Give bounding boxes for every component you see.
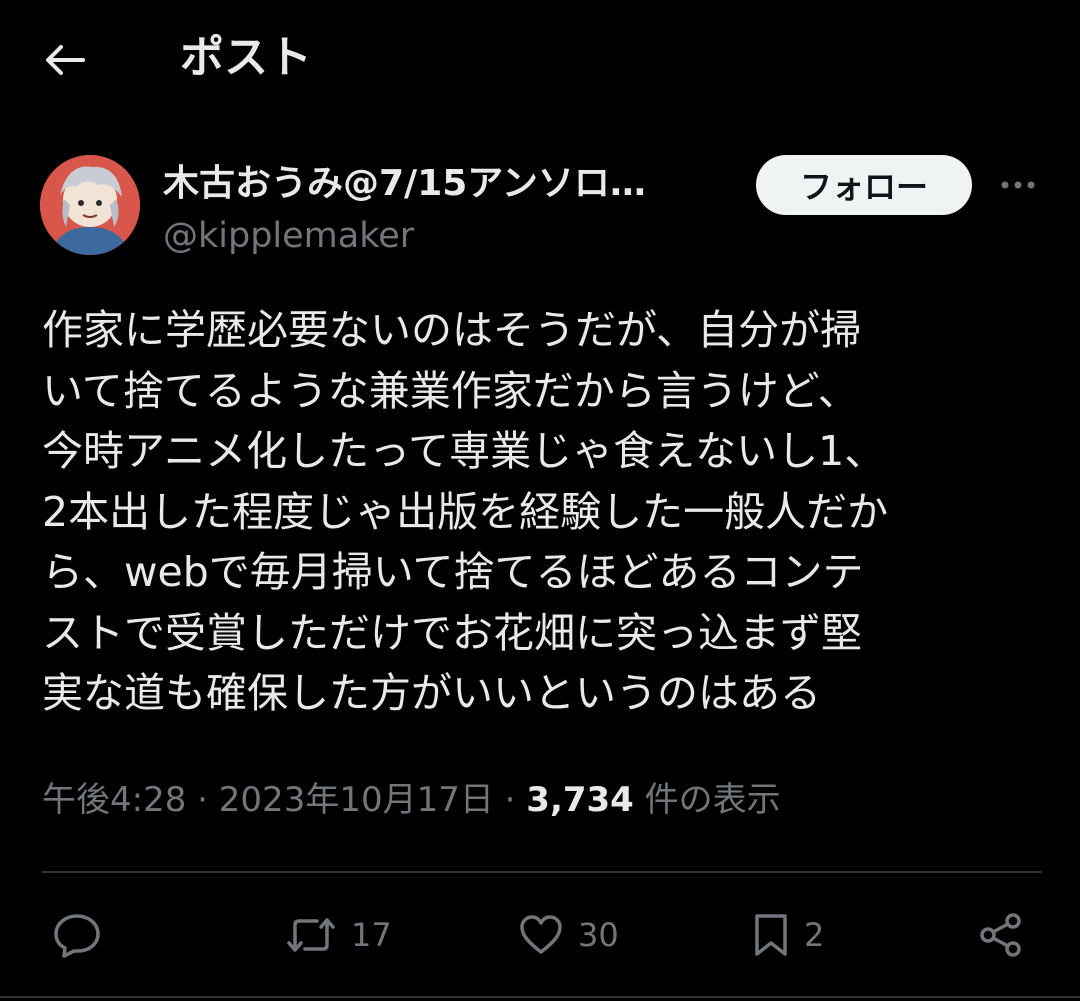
tweet-date[interactable]: 2023年10月17日 [219,780,494,820]
author-display-name[interactable]: 木古おうみ@7/15アンソロ… [163,160,723,208]
share-button[interactable] [978,905,1024,965]
back-button[interactable] [40,38,90,82]
like-button[interactable]: 30 [518,905,619,965]
tweet-meta: 午後4:28 · 2023年10月17日 · 3,734 件の表示 [42,775,781,825]
tweet-time[interactable]: 午後4:28 [42,780,186,820]
avatar[interactable] [40,155,140,255]
follow-button[interactable]: フォロー [756,155,972,215]
views-label[interactable]: 件の表示 [645,780,781,820]
meta-separator: · [197,780,208,820]
heart-icon [520,915,562,954]
author-handle[interactable]: @kipplemaker [163,213,414,259]
bottom-divider [0,996,1080,998]
bookmark-icon [755,914,787,956]
tweet-line: 2本出した程度じゃ出版を経験した一般人だか [42,487,889,536]
tweet-line: ら、webで毎月掃いて捨てるほどあるコンテ [42,548,864,596]
more-options-button[interactable] [995,165,1040,205]
bookmark-count: 2 [804,916,825,954]
tweet-text: 作家に学歴必要ないのはそうだが、自分が掃 いて捨てるような兼業作家だから言うけど… [42,300,1042,724]
header: ポスト [0,0,1080,120]
reply-icon [54,914,100,958]
share-icon [980,913,1021,957]
back-arrow-icon [46,45,85,75]
retweet-count: 17 [351,916,392,954]
divider [42,871,1042,873]
avatar-image [40,155,140,255]
meta-separator: · [504,780,516,820]
tweet-line: ストで受賞しただけでお花畑に突っ込まず堅 [42,608,862,657]
tweet-line: いて捨てるような兼業作家だから言うけど、 [42,366,859,415]
tweet-line: 作家に学歴必要ないのはそうだが、自分が掃 [42,306,862,354]
bookmark-button[interactable]: 2 [752,905,824,965]
retweet-button[interactable]: 17 [285,905,392,965]
author-row: 木古おうみ@7/15アンソロ… @kipplemaker フォロー [40,155,1040,265]
views-count[interactable]: 3,734 [526,780,634,820]
tweet-line: 今時アニメ化したって専業じゃ食えないし1、 [42,427,886,475]
tweet-line: 実な道も確保した方がいいというのはある [42,669,821,717]
page-title: ポスト [180,32,312,83]
post-page: ポスト 木古おうみ@7/15アンソロ… @kipplemaker フォロー 作家… [0,0,1080,1001]
more-icon [1001,181,1034,189]
retweet-icon [287,918,335,952]
reply-button[interactable] [52,905,102,965]
like-count: 30 [578,916,619,954]
